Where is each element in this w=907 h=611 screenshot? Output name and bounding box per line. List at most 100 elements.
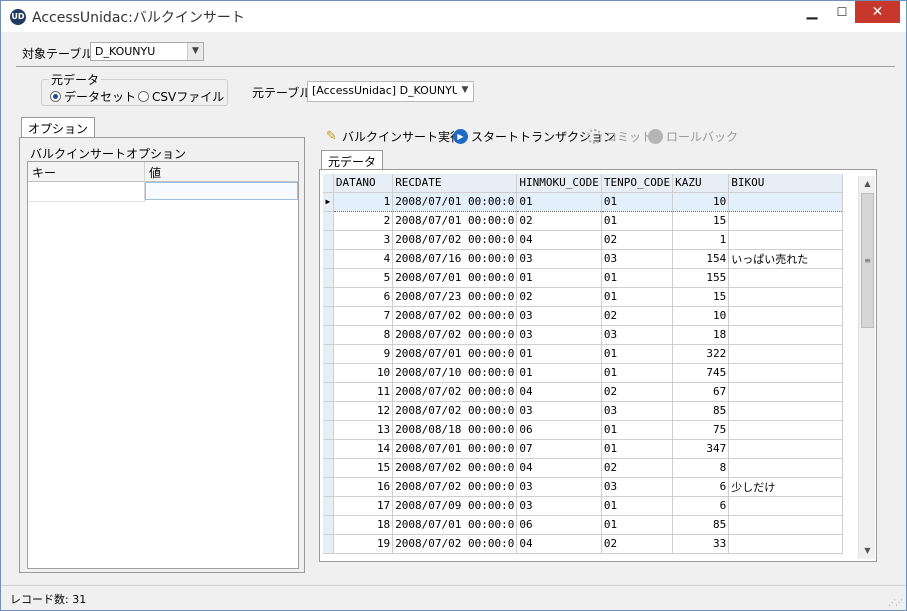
cell-kazu[interactable]: 322 (672, 344, 730, 364)
row-indicator[interactable] (323, 496, 334, 516)
table-row[interactable]: 2 2008/07/01 00:00:0 02 01 15 (323, 211, 843, 231)
cell-kazu[interactable]: 10 (672, 191, 730, 212)
column-header-tenpo-code[interactable]: TENPO_CODE (601, 174, 674, 193)
row-indicator[interactable] (323, 439, 334, 459)
cell-hinmoku-code[interactable]: 04 (516, 534, 602, 554)
column-header-recdate[interactable]: RECDATE (392, 174, 518, 193)
table-row[interactable]: 10 2008/07/10 00:00:0 01 01 745 (323, 363, 843, 383)
row-indicator[interactable] (323, 477, 334, 497)
cell-hinmoku-code[interactable]: 02 (516, 287, 602, 307)
rollback-button[interactable]: ロールバック (648, 128, 738, 145)
cell-datano[interactable]: 16 (333, 477, 394, 497)
table-row[interactable]: 8 2008/07/02 00:00:0 03 03 18 (323, 325, 843, 345)
cell-tenpo-code[interactable]: 02 (601, 458, 674, 478)
table-row[interactable]: 17 2008/07/09 00:00:0 03 01 6 (323, 496, 843, 516)
grid-vertical-scrollbar[interactable]: ▲ ≡ ▼ (858, 176, 875, 559)
cell-tenpo-code[interactable]: 03 (601, 401, 674, 421)
cell-recdate[interactable]: 2008/07/01 00:00:0 (392, 344, 518, 364)
row-indicator[interactable] (323, 515, 334, 535)
row-indicator[interactable] (323, 268, 334, 288)
bulk-insert-button[interactable]: ✎ バルクインサート実行 (324, 128, 462, 145)
cell-kazu[interactable]: 745 (672, 363, 730, 383)
cell-recdate[interactable]: 2008/07/10 00:00:0 (392, 363, 518, 383)
cell-datano[interactable]: 2 (333, 211, 394, 231)
cell-hinmoku-code[interactable]: 06 (516, 515, 602, 535)
cell-datano[interactable]: 12 (333, 401, 394, 421)
scrollbar-thumb[interactable]: ≡ (861, 193, 874, 328)
cell-datano[interactable]: 17 (333, 496, 394, 516)
source-table-select[interactable]: [AccessUnidac] D_KOUNYU ▼ (307, 81, 474, 102)
table-row[interactable]: 7 2008/07/02 00:00:0 03 02 10 (323, 306, 843, 326)
cell-bikou[interactable] (728, 439, 843, 459)
commit-button[interactable]: コミット (587, 128, 653, 145)
cell-tenpo-code[interactable]: 02 (601, 306, 674, 326)
cell-recdate[interactable]: 2008/07/02 00:00:0 (392, 477, 518, 497)
cell-tenpo-code[interactable]: 02 (601, 382, 674, 402)
cell-hinmoku-code[interactable]: 03 (516, 325, 602, 345)
table-row[interactable]: 6 2008/07/23 00:00:0 02 01 15 (323, 287, 843, 307)
cell-datano[interactable]: 6 (333, 287, 394, 307)
cell-recdate[interactable]: 2008/07/02 00:00:0 (392, 325, 518, 345)
cell-datano[interactable]: 18 (333, 515, 394, 535)
radio-selected-icon[interactable] (50, 91, 61, 102)
row-indicator[interactable] (323, 458, 334, 478)
cell-kazu[interactable]: 15 (672, 287, 730, 307)
cell-recdate[interactable]: 2008/07/09 00:00:0 (392, 496, 518, 516)
cell-kazu[interactable]: 8 (672, 458, 730, 478)
table-row[interactable]: 15 2008/07/02 00:00:0 04 02 8 (323, 458, 843, 478)
radio-csv-file[interactable]: CSVファイル (138, 88, 224, 105)
cell-tenpo-code[interactable]: 03 (601, 477, 674, 497)
cell-hinmoku-code[interactable]: 01 (516, 268, 602, 288)
cell-tenpo-code[interactable]: 02 (601, 534, 674, 554)
cell-bikou[interactable] (728, 496, 843, 516)
row-indicator[interactable] (323, 401, 334, 421)
table-row[interactable]: 12 2008/07/02 00:00:0 03 03 85 (323, 401, 843, 421)
cell-datano[interactable]: 15 (333, 458, 394, 478)
cell-kazu[interactable]: 1 (672, 230, 730, 250)
radio-dataset[interactable]: データセット (50, 88, 136, 105)
row-indicator[interactable] (323, 344, 334, 364)
cell-datano[interactable]: 3 (333, 230, 394, 250)
cell-tenpo-code[interactable]: 01 (601, 344, 674, 364)
cell-recdate[interactable]: 2008/07/01 00:00:0 (392, 191, 518, 212)
source-data-grid[interactable]: DATANO RECDATE HINMOKU_CODE TENPO_CODE K… (323, 174, 843, 558)
chevron-down-icon[interactable]: ▼ (457, 82, 473, 101)
cell-recdate[interactable]: 2008/07/02 00:00:0 (392, 382, 518, 402)
cell-kazu[interactable]: 18 (672, 325, 730, 345)
cell-hinmoku-code[interactable]: 03 (516, 306, 602, 326)
cell-kazu[interactable]: 67 (672, 382, 730, 402)
cell-hinmoku-code[interactable]: 06 (516, 420, 602, 440)
cell-hinmoku-code[interactable]: 02 (516, 211, 602, 231)
row-indicator[interactable] (323, 534, 334, 554)
cell-recdate[interactable]: 2008/07/16 00:00:0 (392, 249, 518, 269)
row-indicator[interactable] (323, 325, 334, 345)
cell-bikou[interactable] (728, 230, 843, 250)
column-header-kazu[interactable]: KAZU (672, 174, 730, 193)
cell-kazu[interactable]: 75 (672, 420, 730, 440)
column-header-key[interactable]: キー (32, 164, 56, 181)
cell-bikou[interactable] (728, 534, 843, 554)
cell-kazu[interactable]: 85 (672, 515, 730, 535)
cell-bikou[interactable] (728, 306, 843, 326)
cell-datano[interactable]: 9 (333, 344, 394, 364)
cell-bikou[interactable] (728, 287, 843, 307)
cell-hinmoku-code[interactable]: 04 (516, 382, 602, 402)
radio-unselected-icon[interactable] (138, 91, 149, 102)
cell-bikou[interactable] (728, 382, 843, 402)
current-row-pointer-icon[interactable]: ▶ (323, 192, 334, 212)
cell-hinmoku-code[interactable]: 01 (516, 363, 602, 383)
cell-tenpo-code[interactable]: 02 (601, 230, 674, 250)
cell-recdate[interactable]: 2008/07/23 00:00:0 (392, 287, 518, 307)
row-indicator[interactable] (323, 306, 334, 326)
cell-kazu[interactable]: 347 (672, 439, 730, 459)
table-row[interactable]: ▶ 1 2008/07/01 00:00:0 01 01 10 (323, 191, 843, 212)
cell-recdate[interactable]: 2008/07/02 00:00:0 (392, 306, 518, 326)
cell-kazu[interactable]: 33 (672, 534, 730, 554)
value-edit-cell[interactable] (145, 182, 298, 200)
cell-hinmoku-code[interactable]: 04 (516, 230, 602, 250)
cell-recdate[interactable]: 2008/07/01 00:00:0 (392, 268, 518, 288)
cell-bikou[interactable] (728, 458, 843, 478)
row-indicator[interactable] (323, 230, 334, 250)
cell-tenpo-code[interactable]: 03 (601, 249, 674, 269)
cell-recdate[interactable]: 2008/07/02 00:00:0 (392, 534, 518, 554)
